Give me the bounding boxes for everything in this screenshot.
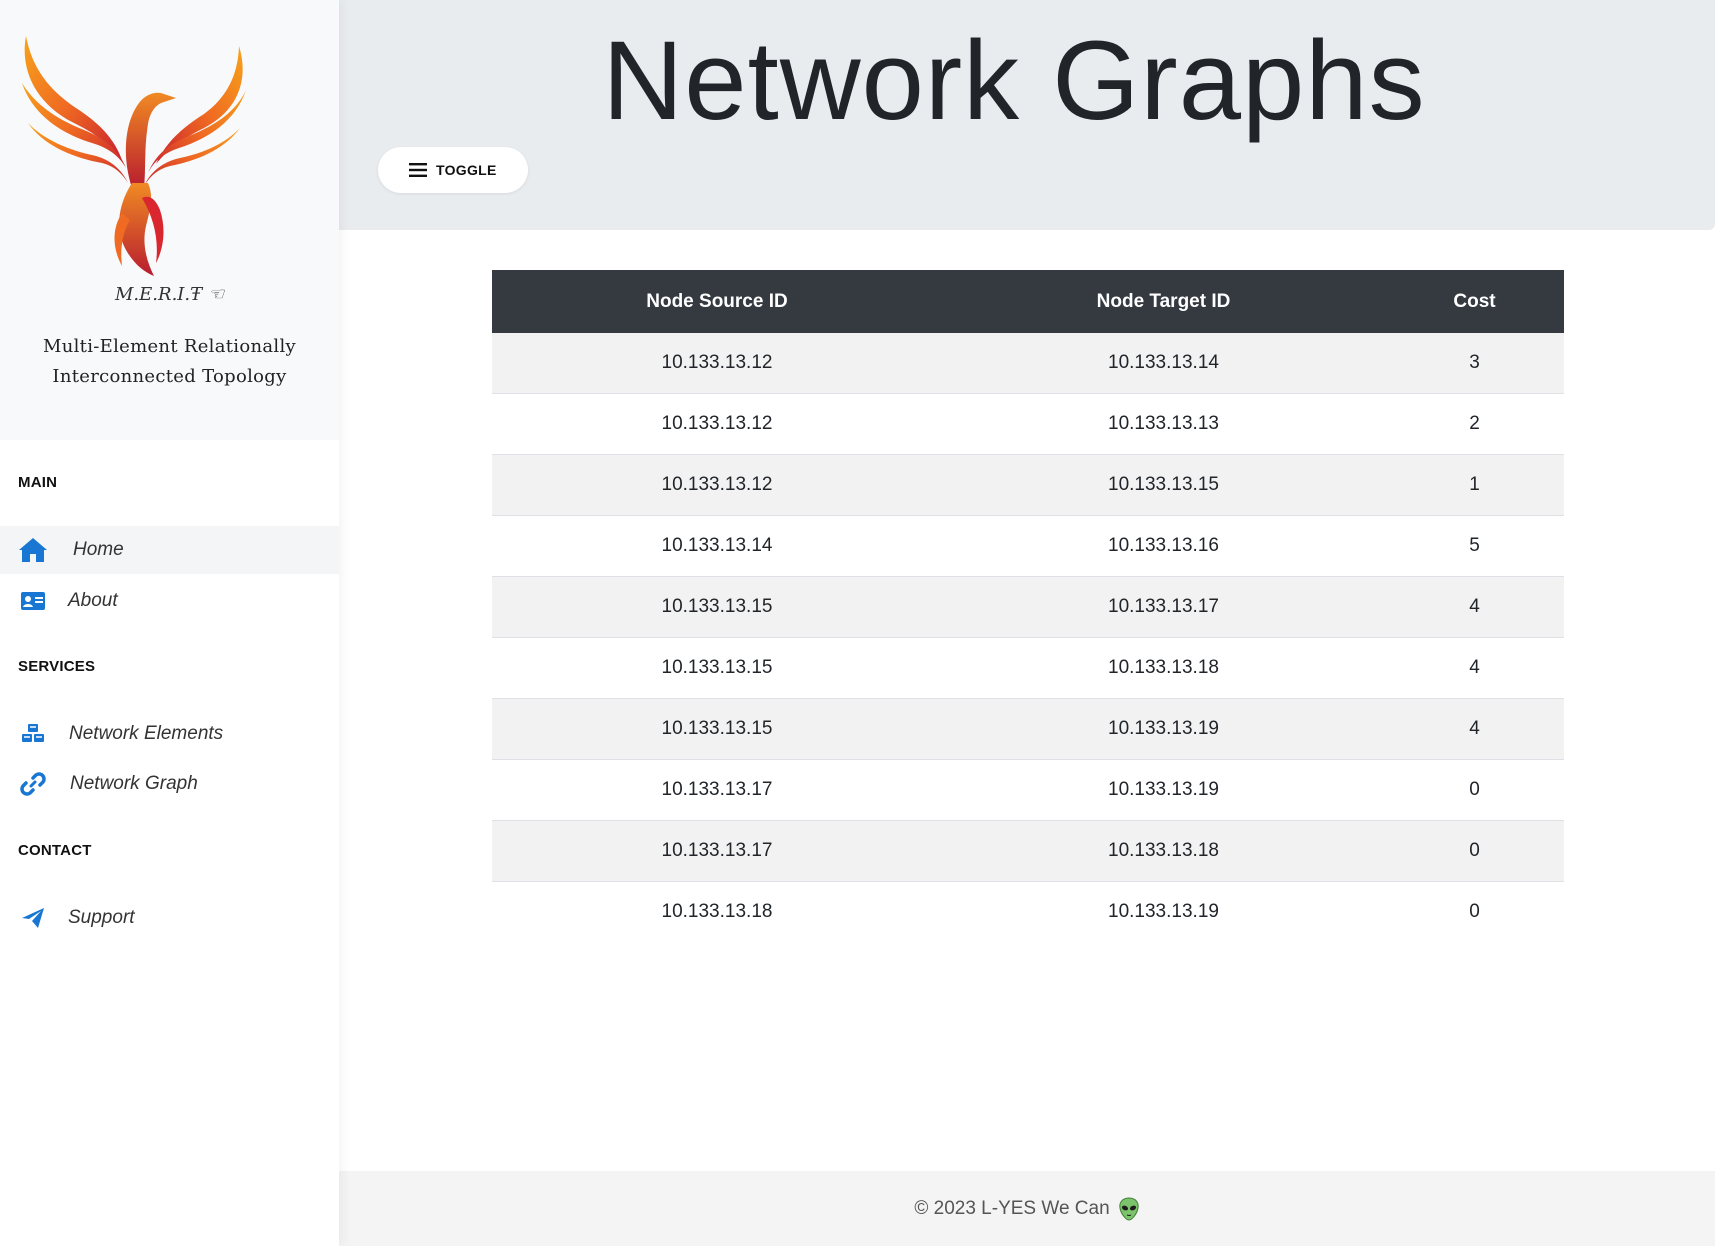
cell-target: 10.133.13.18 xyxy=(942,820,1385,882)
cell-source: 10.133.13.15 xyxy=(492,576,942,638)
sidebar-item-home[interactable]: Home xyxy=(0,526,339,574)
page-header: Network Graphs TOGGLE xyxy=(339,0,1715,230)
network-graph-table-container: Node Source ID Node Target ID Cost 10.13… xyxy=(492,270,1564,942)
sidebar-item-network-elements[interactable]: Network Elements xyxy=(0,710,339,758)
alien-icon xyxy=(1118,1197,1139,1221)
cubes-icon xyxy=(18,719,48,749)
brand-full-line-2: Interconnected Topology xyxy=(52,366,287,387)
cell-cost: 4 xyxy=(1385,637,1564,699)
cell-target: 10.133.13.17 xyxy=(942,576,1385,638)
cell-source: 10.133.13.12 xyxy=(492,454,942,516)
table-row: 10.133.13.12 10.133.13.15 1 xyxy=(492,454,1564,516)
cell-target: 10.133.13.16 xyxy=(942,515,1385,577)
cell-target: 10.133.13.18 xyxy=(942,637,1385,699)
cell-source: 10.133.13.17 xyxy=(492,820,942,882)
column-header-cost: Cost xyxy=(1385,270,1564,333)
phoenix-logo xyxy=(22,36,246,276)
cell-target: 10.133.13.19 xyxy=(942,759,1385,821)
brand-panel: M.E.R.I.Ŧ ☜ Multi-Element Relationally I… xyxy=(0,0,339,440)
sidebar: M.E.R.I.Ŧ ☜ Multi-Element Relationally I… xyxy=(0,0,339,1246)
section-title-services: SERVICES xyxy=(18,658,96,675)
cell-cost: 0 xyxy=(1385,820,1564,882)
paper-plane-icon xyxy=(18,903,48,933)
sidebar-item-support-label: Support xyxy=(68,907,135,928)
cell-cost: 0 xyxy=(1469,901,1480,922)
sidebar-item-home-label: Home xyxy=(73,539,124,560)
hamburger-icon xyxy=(409,163,427,177)
brand-full-name: Multi-Element Relationally Interconnecte… xyxy=(0,332,339,392)
cell-source: 10.133.13.18 xyxy=(661,901,773,922)
copyright-text: © 2023 L-YES We Can xyxy=(914,1198,1110,1220)
page-title: Network Graphs xyxy=(339,16,1715,146)
section-title-contact: CONTACT xyxy=(18,842,92,859)
sidebar-item-support[interactable]: Support xyxy=(0,894,339,942)
cell-source: 10.133.13.12 xyxy=(492,333,942,394)
toggle-label: TOGGLE xyxy=(436,162,497,178)
brand-full-line-1: Multi-Element Relationally xyxy=(43,336,296,357)
cell-cost: 2 xyxy=(1385,393,1564,455)
table-row: 10.133.13.17 10.133.13.18 0 xyxy=(492,820,1564,882)
sidebar-item-about[interactable]: About xyxy=(0,577,339,625)
cell-target: 10.133.13.13 xyxy=(942,393,1385,455)
id-card-icon xyxy=(18,586,48,616)
cell-source: 10.133.13.15 xyxy=(492,637,942,699)
cell-target: 10.133.13.15 xyxy=(942,454,1385,516)
section-title-main: MAIN xyxy=(18,474,58,491)
cell-cost: 3 xyxy=(1385,333,1564,394)
page-footer: © 2023 L-YES We Can xyxy=(339,1171,1715,1246)
column-header-source: Node Source ID xyxy=(492,270,942,333)
brand-acronym: M.E.R.I.Ŧ ☜ xyxy=(115,284,224,305)
table-row: 10.133.13.17 10.133.13.19 0 xyxy=(492,759,1564,821)
table-row: 10.133.13.12 10.133.13.14 3 xyxy=(492,333,1564,394)
cell-source: 10.133.13.12 xyxy=(492,393,942,455)
table-row: 10.133.13.15 10.133.13.19 4 xyxy=(492,698,1564,760)
home-icon xyxy=(18,535,48,565)
sidebar-toggle-button[interactable]: TOGGLE xyxy=(378,147,528,193)
cell-source: 10.133.13.17 xyxy=(492,759,942,821)
sidebar-item-network-graph[interactable]: Network Graph xyxy=(0,760,339,808)
table-row: 10.133.13.12 10.133.13.13 2 xyxy=(492,393,1564,455)
column-header-target: Node Target ID xyxy=(942,270,1385,333)
table-header-row: Node Source ID Node Target ID Cost xyxy=(492,270,1564,333)
cell-source: 10.133.13.15 xyxy=(492,698,942,760)
sidebar-item-network-elements-label: Network Elements xyxy=(69,723,224,744)
cell-target: 10.133.13.19 xyxy=(942,698,1385,760)
network-graph-table: Node Source ID Node Target ID Cost 10.13… xyxy=(492,270,1564,942)
cell-cost: 4 xyxy=(1385,576,1564,638)
cell-target: 10.133.13.19 xyxy=(1108,901,1219,922)
link-icon xyxy=(18,769,48,799)
page-title-text: Network Graphs xyxy=(602,18,1426,143)
table-row: 10.133.13.15 10.133.13.18 4 xyxy=(492,637,1564,699)
table-row: 10.133.13.18 10.133.13.19 0 xyxy=(492,882,1564,943)
cell-cost: 1 xyxy=(1385,454,1564,516)
table-row: 10.133.13.15 10.133.13.17 4 xyxy=(492,576,1564,638)
cell-cost: 5 xyxy=(1385,515,1564,577)
cell-source: 10.133.13.14 xyxy=(492,515,942,577)
sidebar-item-network-graph-label: Network Graph xyxy=(70,773,198,794)
cell-target: 10.133.13.14 xyxy=(942,333,1385,394)
table-row: 10.133.13.14 10.133.13.16 5 xyxy=(492,515,1564,577)
footer-content: © 2023 L-YES We Can xyxy=(339,1197,1715,1221)
cell-cost: 0 xyxy=(1385,759,1564,821)
sidebar-item-about-label: About xyxy=(68,590,118,611)
cell-cost: 4 xyxy=(1385,698,1564,760)
